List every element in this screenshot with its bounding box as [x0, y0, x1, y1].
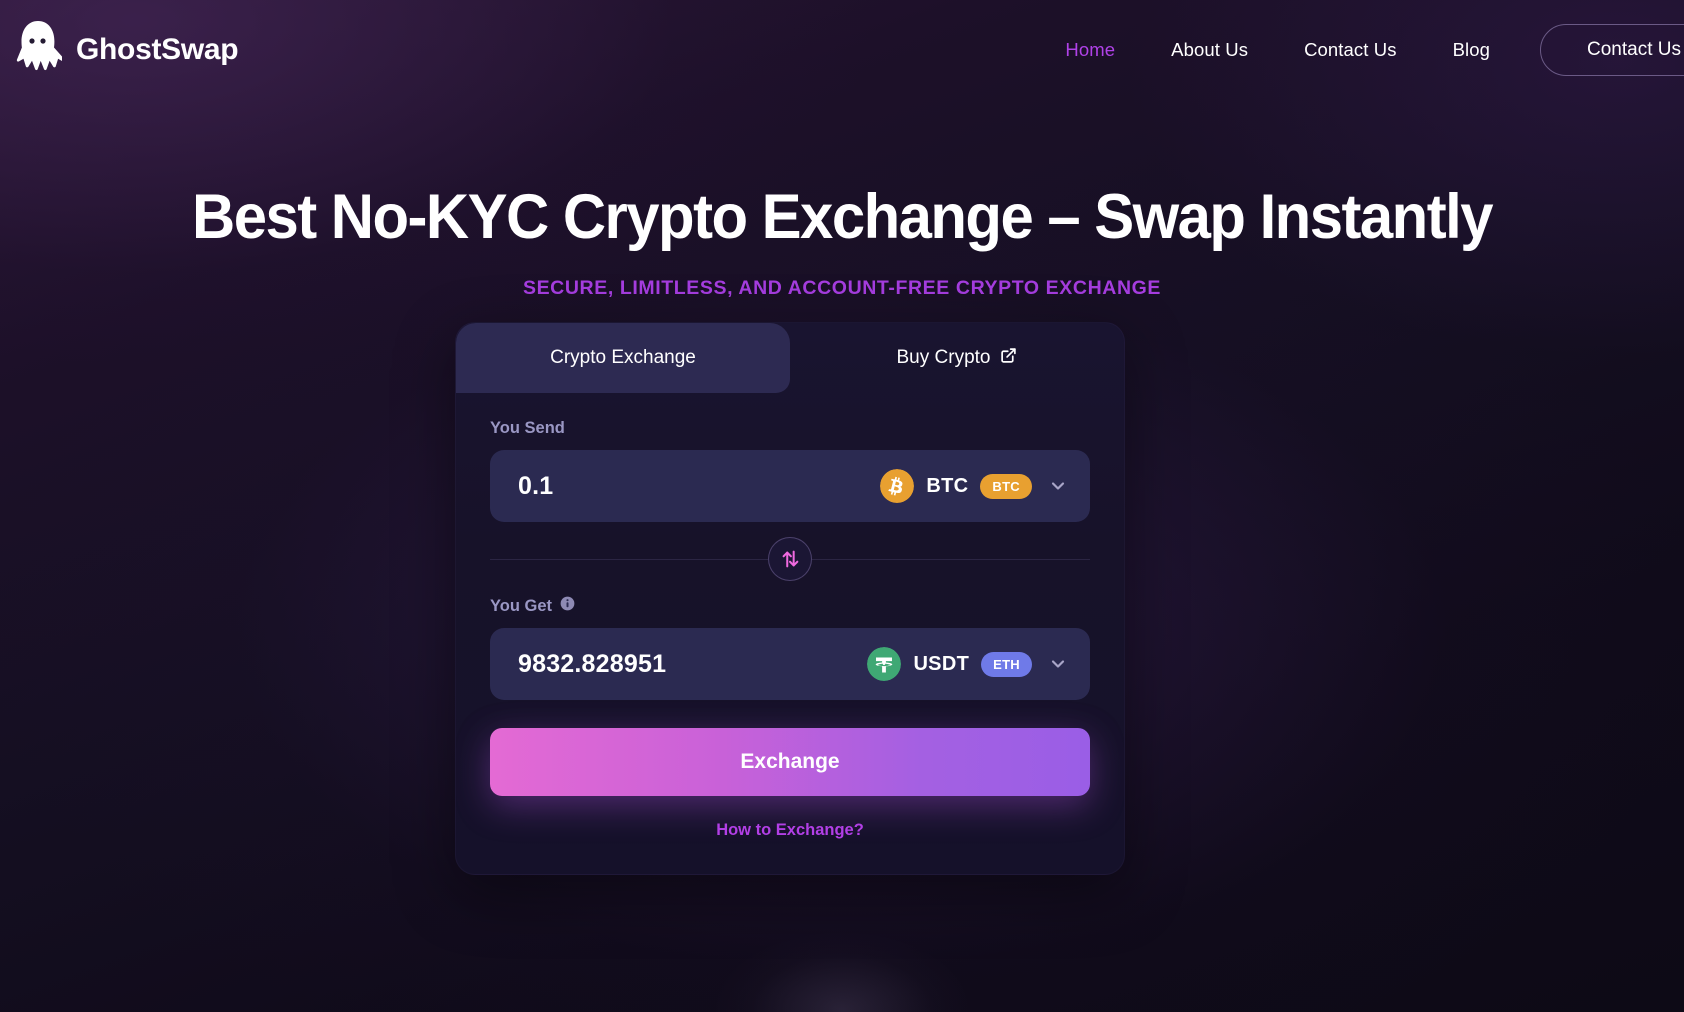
you-get-row: 9832.828951 USDT ETH — [490, 628, 1090, 700]
you-send-label-row: You Send — [490, 419, 1090, 438]
you-get-label-row: You Get — [490, 596, 1090, 616]
tab-crypto-exchange-label: Crypto Exchange — [550, 347, 696, 368]
tab-buy-crypto-label: Buy Crypto — [896, 347, 991, 368]
you-send-coin-selector[interactable]: BTC BTC — [880, 469, 1068, 503]
swap-vertical-arrows-icon — [779, 548, 801, 570]
you-get-input[interactable]: 9832.828951 — [518, 650, 867, 679]
tab-buy-crypto[interactable]: Buy Crypto — [790, 323, 1124, 393]
site-header: GhostSwap Home About Us Contact Us Blog … — [0, 0, 1684, 100]
page-title: Best No-KYC Crypto Exchange – Swap Insta… — [192, 182, 1493, 252]
contact-us-button[interactable]: Contact Us — [1540, 24, 1684, 76]
hero-section: Best No-KYC Crypto Exchange – Swap Insta… — [0, 186, 1684, 300]
chevron-down-icon[interactable] — [1044, 476, 1068, 496]
info-icon[interactable] — [560, 596, 575, 616]
you-get-ticker: USDT — [913, 652, 970, 675]
nav-item-home[interactable]: Home — [1037, 29, 1143, 71]
main-nav: Home About Us Contact Us Blog Contact Us — [1037, 24, 1684, 76]
page-root: GhostSwap Home About Us Contact Us Blog … — [0, 0, 1684, 1012]
brand-logo[interactable]: GhostSwap — [14, 19, 239, 81]
swap-divider — [490, 522, 1090, 596]
nav-item-blog[interactable]: Blog — [1425, 29, 1518, 71]
tether-icon — [867, 647, 902, 681]
how-to-exchange-link[interactable]: How to Exchange? — [490, 821, 1090, 840]
external-link-icon — [1000, 347, 1017, 370]
you-send-input[interactable]: 0.1 — [518, 472, 880, 501]
you-send-network-badge: BTC — [980, 473, 1032, 499]
swap-direction-button[interactable] — [768, 537, 812, 581]
you-get-network-badge: ETH — [981, 651, 1032, 677]
you-send-ticker: BTC — [926, 474, 969, 497]
nav-item-contact-us[interactable]: Contact Us — [1276, 29, 1425, 71]
ghost-icon — [14, 19, 62, 81]
tab-crypto-exchange[interactable]: Crypto Exchange — [456, 323, 790, 393]
bitcoin-icon — [880, 469, 915, 503]
brand-name: GhostSwap — [76, 33, 239, 66]
swap-card-tabs: Crypto Exchange Buy Crypto — [456, 323, 1124, 393]
you-get-coin-selector[interactable]: USDT ETH — [867, 647, 1068, 681]
swap-card: Crypto Exchange Buy Crypto You Send 0.1 … — [455, 322, 1125, 875]
chevron-down-icon[interactable] — [1044, 654, 1068, 674]
you-send-row: 0.1 BTC BTC — [490, 450, 1090, 522]
exchange-button[interactable]: Exchange — [490, 728, 1090, 796]
swap-card-body: You Send 0.1 BTC BTC You Get 9832.828951… — [456, 393, 1124, 874]
nav-item-about-us[interactable]: About Us — [1143, 29, 1276, 71]
hero-subtitle: Secure, Limitless, and Account-Free Cryp… — [522, 277, 1162, 299]
you-send-label: You Send — [490, 419, 565, 437]
you-get-label: You Get — [490, 596, 553, 615]
